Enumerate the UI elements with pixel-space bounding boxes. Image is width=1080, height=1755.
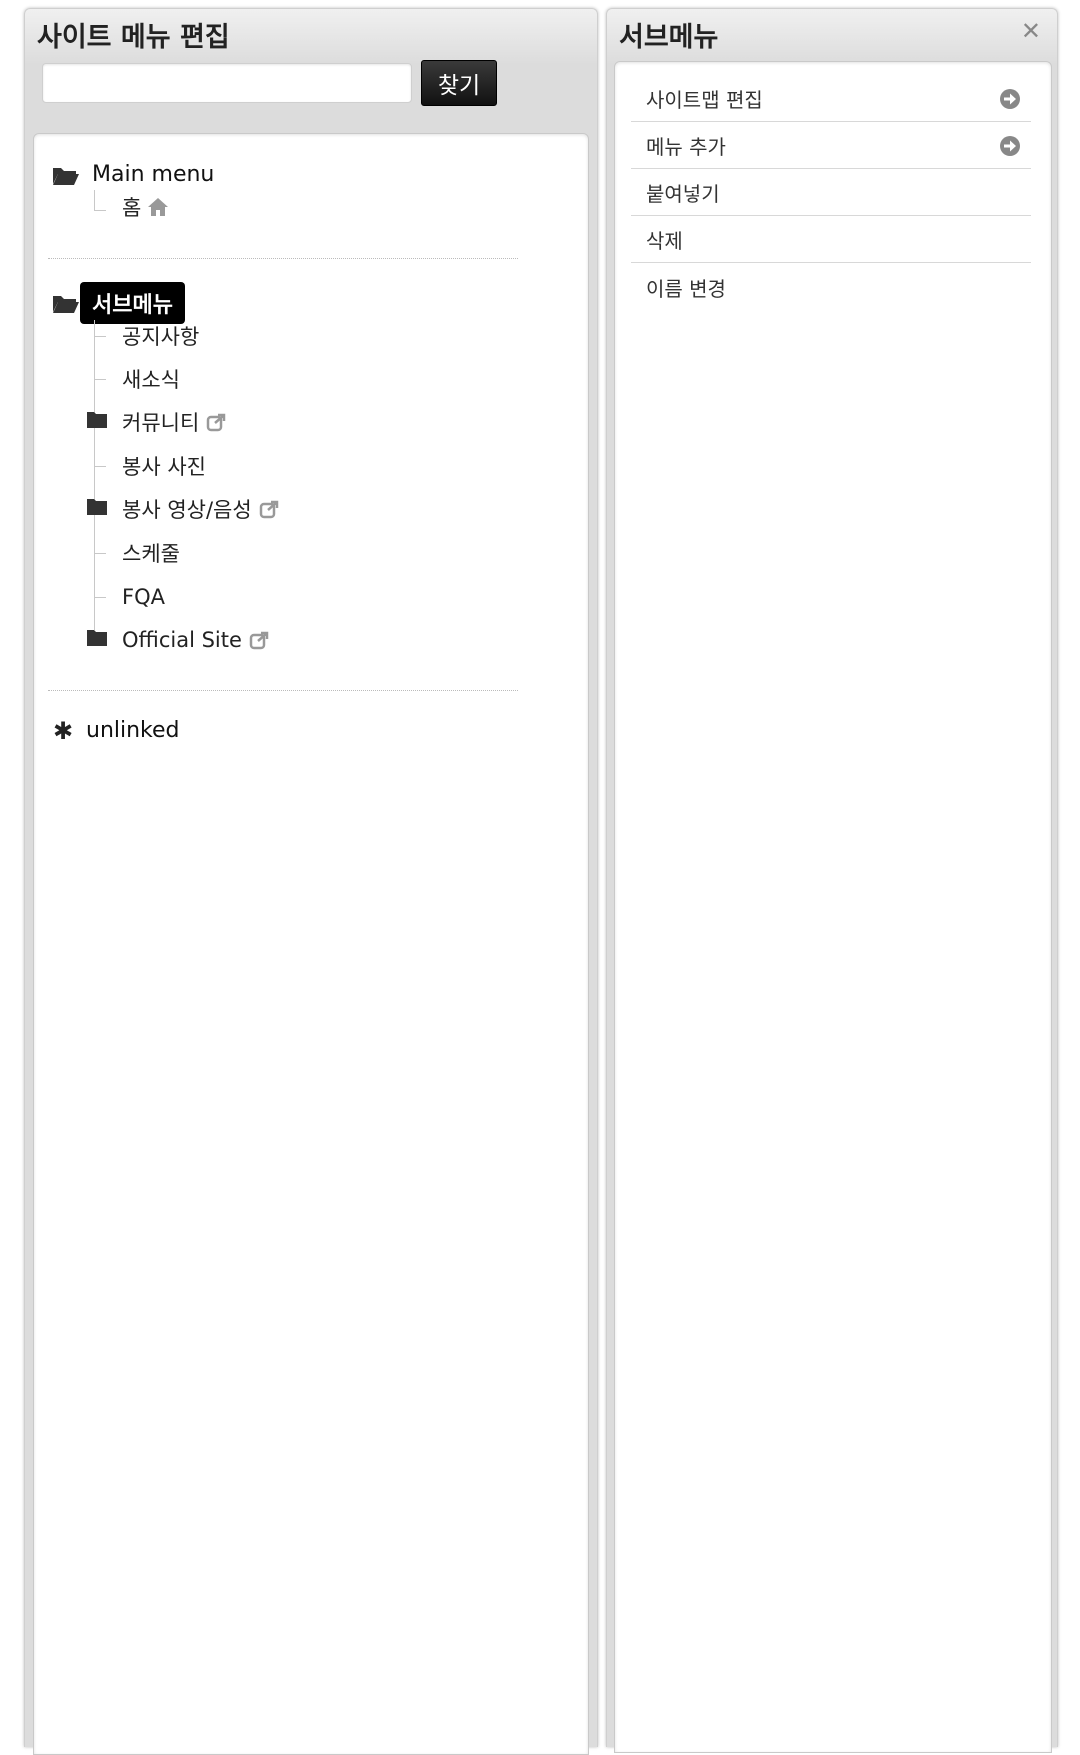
tree-item-news[interactable]: 새소식: [122, 364, 180, 394]
tree-node-main-menu[interactable]: Main menu: [52, 158, 214, 191]
tree-item-schedule[interactable]: 스케줄: [122, 538, 180, 568]
tree-item-notice[interactable]: 공지사항: [122, 321, 199, 351]
panel-title: 서브메뉴: [619, 22, 719, 53]
tree-item-volunteer-media[interactable]: 봉사 영상/음성: [87, 494, 279, 524]
close-icon[interactable]: ✕: [1021, 19, 1041, 43]
home-icon: [148, 198, 169, 216]
tree-connector: [94, 336, 106, 337]
tree-item-official-site[interactable]: Official Site: [87, 625, 269, 655]
tree-item-label: 봉사 영상/음성: [122, 498, 252, 522]
folder-icon: [87, 499, 107, 515]
tree-connector: [94, 190, 95, 210]
external-link-icon: [259, 500, 278, 519]
divider: [48, 690, 518, 691]
tree-item-label: 홈: [122, 196, 142, 220]
search-button[interactable]: 찾기: [421, 60, 497, 106]
tree-item-fqa[interactable]: FQA: [122, 582, 165, 612]
tree-connector: [94, 379, 106, 380]
menu-item-label: 이름 변경: [646, 276, 726, 301]
tree-item-label: 새소식: [122, 368, 180, 392]
tree-connector: [94, 320, 95, 630]
menu-item-label: 붙여넣기: [646, 182, 720, 206]
tree-item-label: FQA: [122, 585, 165, 609]
tree-connector: [94, 210, 106, 211]
external-link-icon: [249, 631, 269, 650]
menu-item-label: 메뉴 추가: [646, 135, 726, 159]
divider: [48, 258, 518, 259]
tree-item-volunteer-photos[interactable]: 봉사 사진: [122, 451, 206, 481]
external-link-icon: [207, 413, 226, 432]
menu-item-label: 삭제: [646, 229, 683, 253]
folder-icon: [87, 630, 107, 646]
context-menu: 사이트맵 편집 메뉴 추가 붙여넣기 삭제 이름 변경: [614, 61, 1052, 1753]
tree-node-label: 서브메뉴: [80, 282, 185, 324]
tree-connector: [94, 466, 106, 467]
panel-title: 사이트 메뉴 편집: [37, 22, 230, 53]
menu-tree: Main menu 홈 서브메뉴 공지사항 새소식 커뮤니티 봉사 사진 봉사 …: [33, 133, 589, 1755]
tree-item-label: 공지사항: [122, 325, 200, 349]
tree-node-submenu[interactable]: 서브메뉴: [52, 282, 185, 324]
tree-item-label: Official Site: [122, 628, 242, 652]
tree-item-label: 스케줄: [122, 542, 180, 566]
menu-item-rename[interactable]: 이름 변경: [631, 264, 1031, 310]
tree-node-unlinked[interactable]: ✱ unlinked: [52, 714, 180, 747]
menu-item-edit-sitemap[interactable]: 사이트맵 편집: [631, 76, 1031, 122]
tree-connector: [94, 597, 106, 598]
menu-item-paste[interactable]: 붙여넣기: [631, 170, 1031, 216]
menu-item-add-menu[interactable]: 메뉴 추가: [631, 123, 1031, 169]
submenu-panel: 서브메뉴 ✕ 사이트맵 편집 메뉴 추가 붙여넣기 삭제 이름 변경: [606, 8, 1058, 1753]
arrow-right-circle-icon: [1000, 135, 1020, 156]
tree-item-home[interactable]: 홈: [122, 192, 169, 222]
tree-node-label: Main menu: [92, 162, 215, 187]
tree-connector: [94, 553, 106, 554]
tree-node-label: unlinked: [86, 718, 180, 743]
tree-item-label: 커뮤니티: [122, 411, 200, 435]
search-input[interactable]: [42, 63, 412, 103]
folder-open-icon: [53, 167, 79, 185]
tree-item-community[interactable]: 커뮤니티: [87, 407, 226, 437]
folder-icon: [87, 412, 107, 428]
site-menu-editor-panel: 사이트 메뉴 편집 찾기 Main menu 홈 서브메뉴 공지사항 새소식 커…: [24, 8, 598, 1755]
asterisk-icon: ✱: [52, 716, 74, 745]
folder-open-icon: [53, 296, 79, 313]
tree-item-label: 봉사 사진: [122, 455, 206, 479]
arrow-right-circle-icon: [1000, 88, 1020, 109]
menu-item-delete[interactable]: 삭제: [631, 217, 1031, 263]
menu-item-label: 사이트맵 편집: [646, 88, 763, 112]
